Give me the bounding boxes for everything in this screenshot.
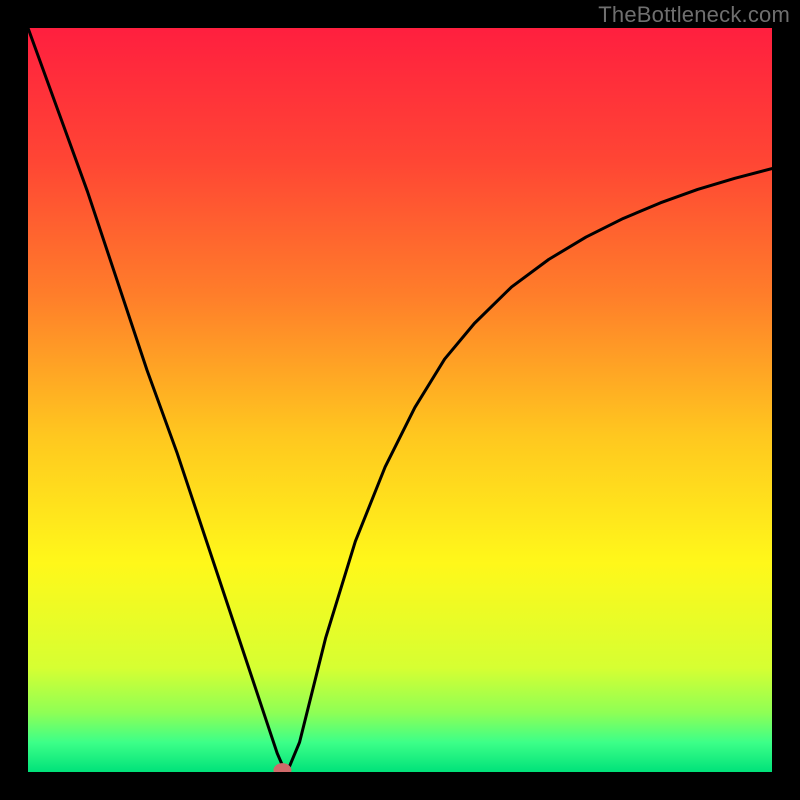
watermark-text: TheBottleneck.com <box>598 2 790 28</box>
plot-area <box>28 28 772 772</box>
chart-frame: TheBottleneck.com <box>0 0 800 800</box>
chart-svg <box>28 28 772 772</box>
gradient-background <box>28 28 772 772</box>
